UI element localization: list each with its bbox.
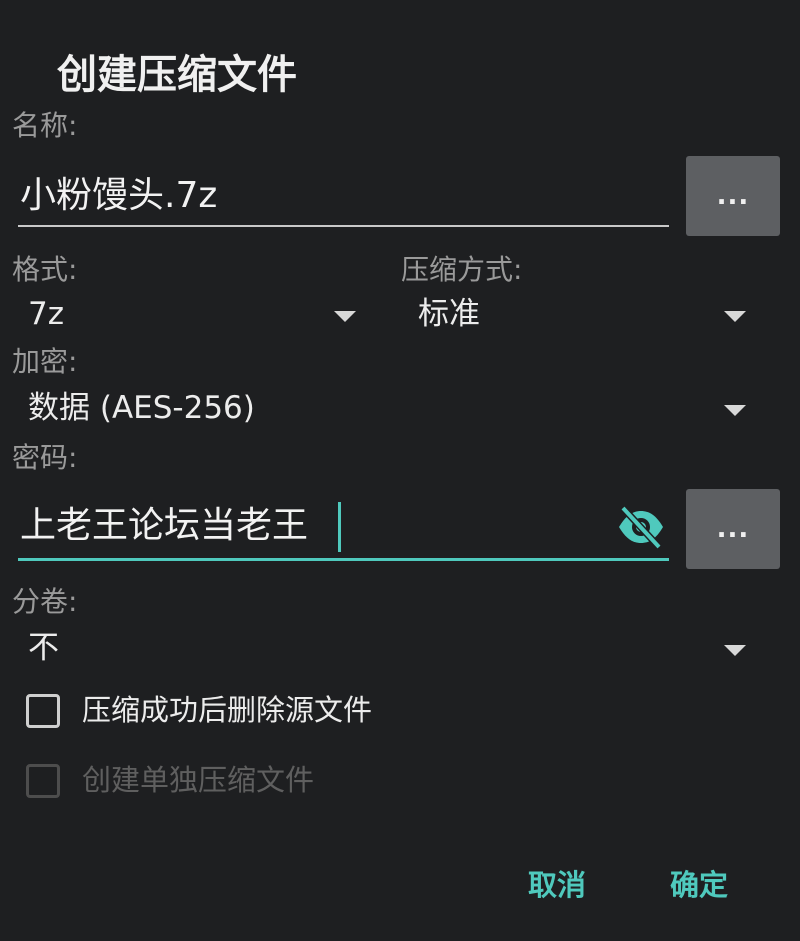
format-select[interactable]: 7z [12,292,370,338]
encryption-label: 加密: [12,345,78,378]
compression-label: 压缩方式: [401,253,523,286]
encryption-value: 数据 (AES-256) [28,390,255,426]
ok-button[interactable]: 确定 [670,865,728,905]
encryption-select[interactable]: 数据 (AES-256) [12,386,759,432]
browse-name-button[interactable]: ... [686,156,780,236]
format-value: 7z [28,296,64,332]
compression-select[interactable]: 标准 [401,292,759,338]
format-label: 格式: [12,253,78,286]
archive-name-input[interactable]: 小粉馒头.7z [20,174,217,218]
split-label: 分卷: [12,585,78,618]
archive-name-underline [18,225,669,227]
dialog-title: 创建压缩文件 [57,52,297,98]
dropdown-arrow-icon [724,645,746,656]
name-label: 名称: [12,109,78,142]
separate-archives-option: 创建单独压缩文件 [26,760,426,802]
eye-off-icon[interactable] [616,504,666,550]
browse-password-button[interactable]: ... [686,489,780,569]
delete-source-checkbox[interactable] [26,694,60,728]
dropdown-arrow-icon [724,405,746,416]
delete-source-label: 压缩成功后删除源文件 [82,693,373,727]
text-cursor [338,502,341,552]
split-value: 不 [28,630,59,666]
dropdown-arrow-icon [724,311,746,322]
password-input[interactable]: 上老王论坛当老王 [18,500,669,564]
separate-archives-label: 创建单独压缩文件 [82,763,315,797]
dropdown-arrow-icon [334,311,356,322]
compression-value: 标准 [418,296,480,332]
password-underline [18,558,669,561]
cancel-button[interactable]: 取消 [528,865,586,905]
password-value: 上老王论坛当老王 [20,505,309,546]
separate-archives-checkbox [26,764,60,798]
delete-source-option[interactable]: 压缩成功后删除源文件 [26,690,426,732]
password-label: 密码: [12,441,78,474]
split-select[interactable]: 不 [12,626,759,672]
